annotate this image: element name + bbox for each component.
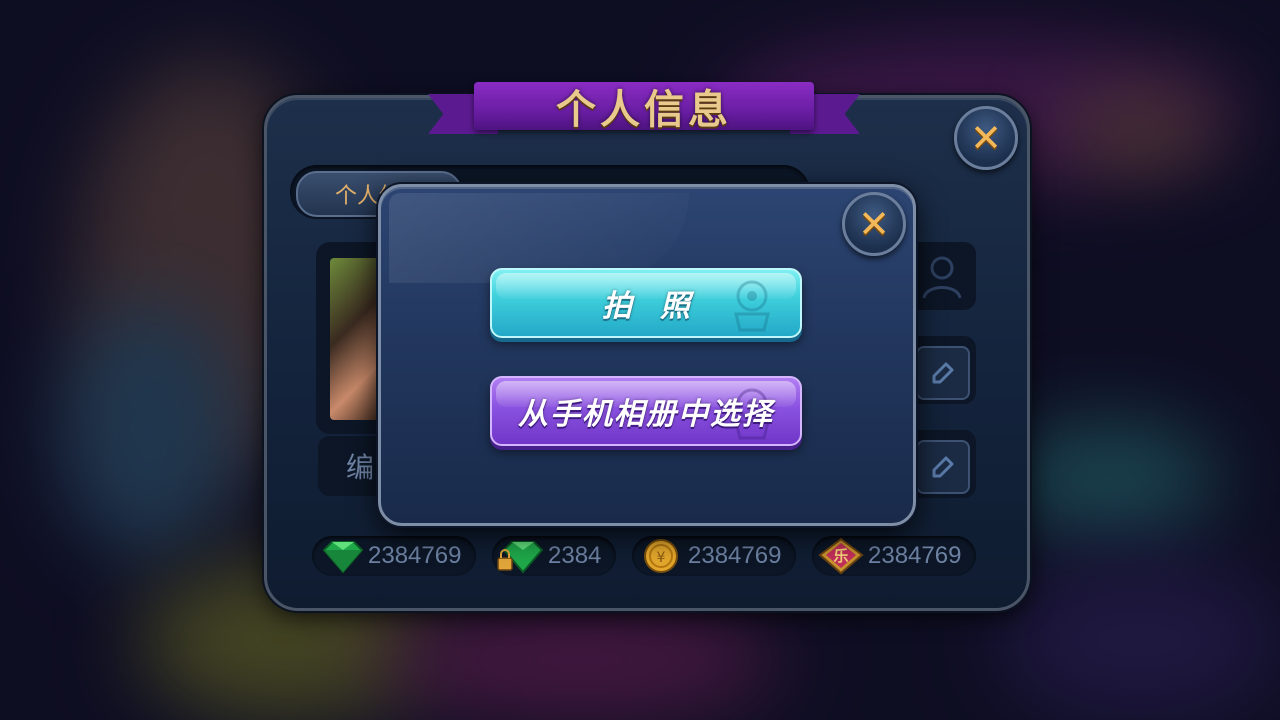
pencil-icon (932, 456, 954, 478)
take-photo-label: 拍照 (602, 289, 718, 324)
edit-nickname-button[interactable] (916, 346, 970, 400)
choose-from-album-button[interactable]: 从手机相册中选择 (490, 376, 802, 446)
currency-value: 2384769 (368, 542, 462, 569)
currency-diamond: 2384769 (312, 536, 476, 576)
mascot-watermark-icon (734, 280, 770, 332)
currency-value: 2384769 (868, 542, 962, 569)
edit-signature-button[interactable] (916, 440, 970, 494)
photo-source-dialog (378, 184, 916, 526)
locked-diamond-icon (497, 541, 544, 574)
choose-from-album-label: 从手机相册中选择 (518, 397, 774, 432)
panel-title: 个人信息 (556, 87, 732, 133)
panel-close-button[interactable]: ✕ (954, 106, 1018, 170)
le-gem-text: 乐 (833, 547, 848, 565)
currency-value: 2384 (548, 542, 602, 569)
title-ribbon: 个人信息 (428, 78, 860, 140)
edit-label: 编 (346, 451, 375, 484)
dialog-close-button[interactable]: ✕ (842, 192, 906, 256)
currency-le-gem: 乐 2384769 (812, 536, 976, 576)
gold-coin-icon: ¥ (644, 539, 678, 573)
close-icon: ✕ (858, 202, 890, 246)
close-icon: ✕ (970, 116, 1002, 160)
currency-locked-diamond: 2384 (492, 536, 616, 576)
currency-value: 2384769 (688, 542, 782, 569)
svg-text:¥: ¥ (657, 550, 666, 566)
pencil-icon (932, 362, 954, 384)
green-diamond-icon (322, 541, 364, 574)
currency-gold: ¥ 2384769 (632, 536, 796, 576)
person-icon (922, 256, 962, 299)
le-gem-icon: 乐 (818, 537, 864, 575)
take-photo-button[interactable]: 拍照 (490, 268, 802, 338)
